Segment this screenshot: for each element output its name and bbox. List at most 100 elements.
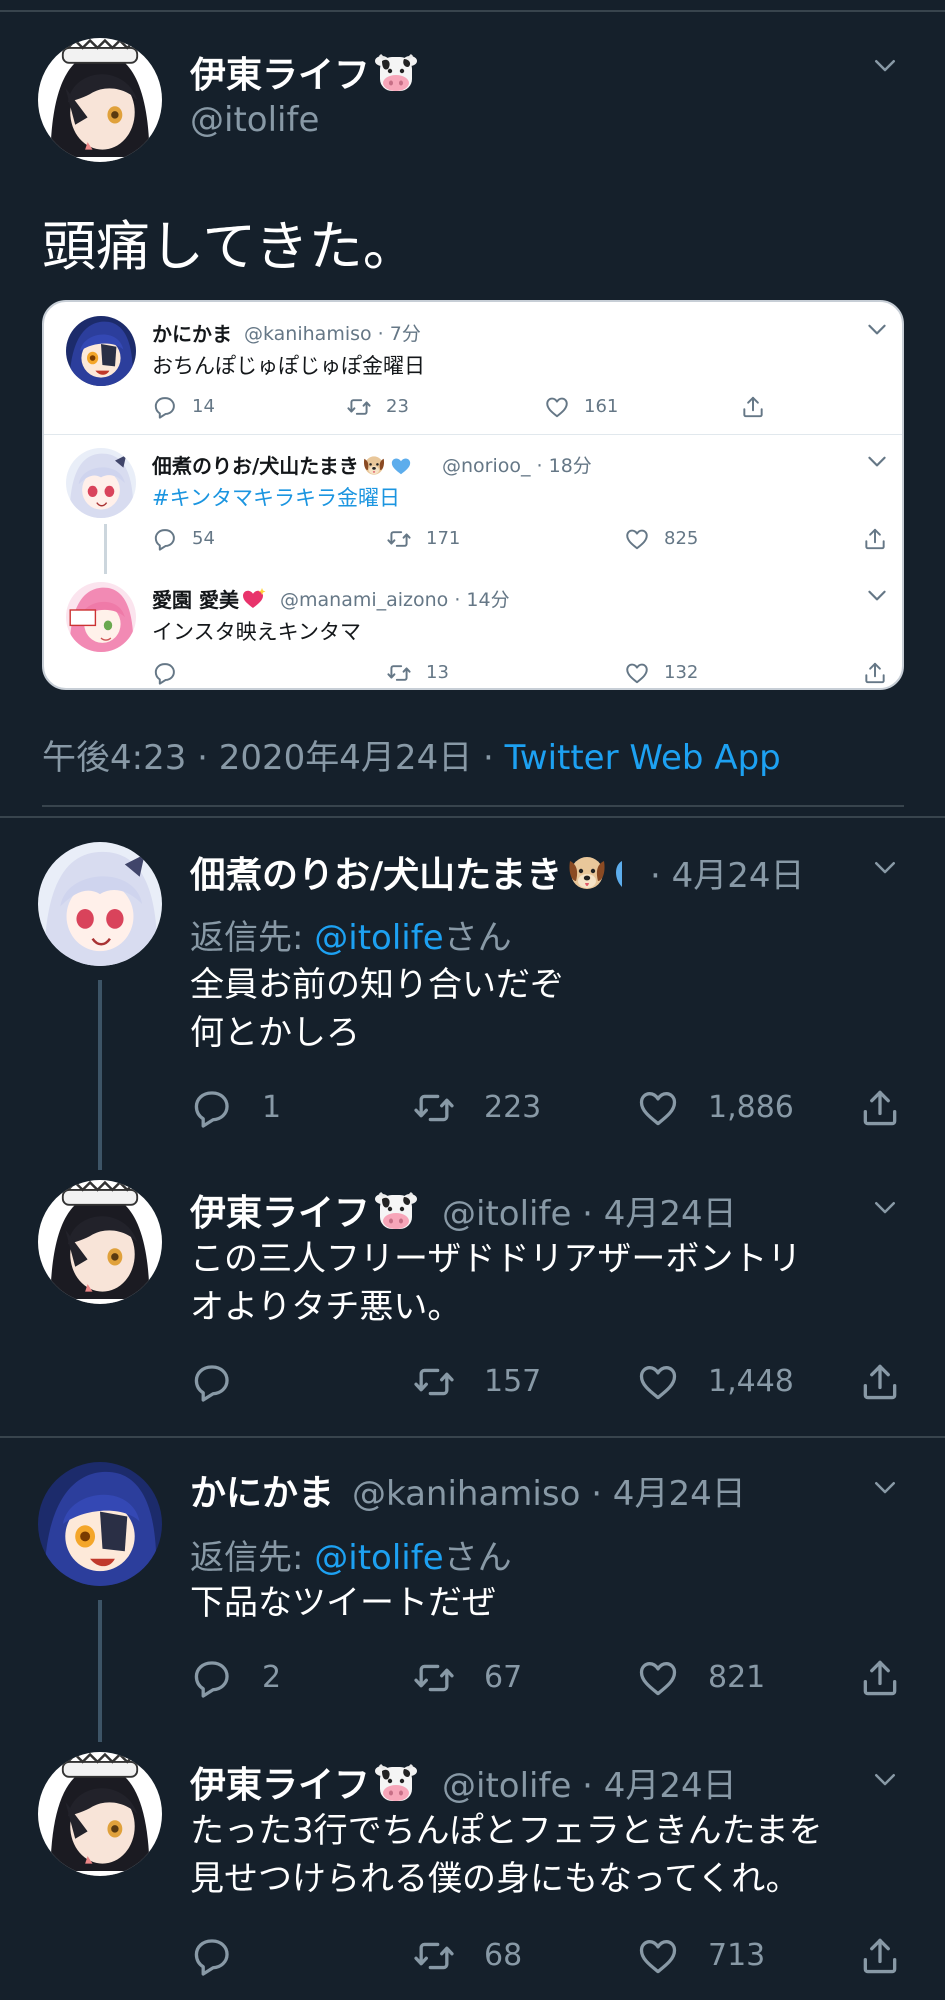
- chevron-down-icon: [864, 448, 890, 474]
- maid-avatar-icon: [38, 1180, 162, 1304]
- avatar[interactable]: [38, 38, 162, 162]
- retweet-count: 223: [484, 1090, 542, 1125]
- thread-line: [98, 1600, 102, 1742]
- retweet-icon: [386, 660, 412, 686]
- retweet-count: 157: [484, 1364, 542, 1399]
- share-icon: [862, 526, 888, 552]
- like-icon: [544, 394, 570, 420]
- reply-icon[interactable]: [190, 1656, 234, 1700]
- embedded-name: 佃煮のりお/犬山たまき: [152, 450, 413, 479]
- like-count: 825: [664, 528, 699, 549]
- share-icon[interactable]: [858, 1656, 902, 1700]
- embedded-text: インスタ映えキンタマ: [152, 620, 361, 644]
- thread-line: [104, 524, 107, 574]
- tweet-handle-time[interactable]: @itolife · 4月24日: [442, 1186, 737, 1235]
- reply-icon[interactable]: [190, 1086, 234, 1130]
- retweet-icon[interactable]: [412, 1360, 456, 1404]
- retweet-count: 68: [484, 1938, 523, 1973]
- chevron-down-icon: [864, 316, 890, 342]
- thread-line: [98, 980, 102, 1170]
- maid-avatar-icon: [38, 38, 162, 162]
- retweet-count: 67: [484, 1660, 523, 1695]
- mention-link[interactable]: @itolife: [314, 1538, 443, 1578]
- like-icon: [624, 660, 650, 686]
- author-name[interactable]: 伊東ライフ: [190, 1184, 418, 1236]
- top-divider: [0, 10, 945, 12]
- norio-avatar-icon: [38, 842, 162, 966]
- divider: [44, 434, 902, 435]
- tweet-text-line: 何とかしろ: [190, 1013, 360, 1053]
- reply-count: 2: [262, 1660, 282, 1695]
- dog-emoji-icon: [361, 453, 387, 477]
- retweet-count: 13: [426, 662, 449, 683]
- like-count: 1,886: [708, 1090, 794, 1125]
- norio-avatar-icon: [66, 448, 136, 518]
- dog-emoji-icon: [566, 851, 608, 893]
- embedded-handle: @norioo_ · 18分: [442, 455, 592, 477]
- like-icon[interactable]: [636, 1656, 680, 1700]
- source-app-link[interactable]: Twitter Web App: [505, 738, 781, 778]
- like-icon[interactable]: [636, 1086, 680, 1130]
- embedded-name: かにかま: [152, 322, 232, 346]
- tweet-text-line: たった3行でちんぽとフェラときんたまを: [190, 1811, 823, 1851]
- like-icon[interactable]: [636, 1934, 680, 1978]
- tweet-text-line: オよりタチ悪い。: [190, 1287, 462, 1327]
- tweet-handle-time[interactable]: @itolife · 4月24日: [442, 1758, 737, 1807]
- reply-icon: [152, 526, 178, 552]
- embedded-handle: @kanihamiso · 7分: [244, 323, 421, 345]
- replying-to: 返信先: @itolifeさん: [190, 1538, 512, 1578]
- blue-heart-emoji-icon: [616, 861, 623, 887]
- author-name[interactable]: 伊東ライフ: [190, 1756, 418, 1808]
- chevron-down-icon[interactable]: [870, 50, 900, 80]
- tweet-text-line: 全員お前の知り合いだぞ: [190, 965, 564, 1005]
- avatar: [66, 582, 136, 652]
- share-icon: [740, 394, 766, 420]
- tweet-handle-time[interactable]: @kanihamiso · 4月24日: [352, 1466, 746, 1515]
- reply-icon: [152, 660, 178, 686]
- tweet-text-line: この三人フリーザドドリアザーボントリ: [190, 1239, 802, 1279]
- mention-link[interactable]: @itolife: [314, 918, 443, 958]
- retweet-icon[interactable]: [412, 1086, 456, 1130]
- chevron-down-icon[interactable]: [870, 1192, 900, 1222]
- tweet-time[interactable]: · 4月24日: [650, 848, 805, 897]
- embedded-screenshot[interactable]: かにかま @kanihamiso · 7分 おちんぽじゅぽじゅぽ金曜日 14 2…: [42, 300, 904, 690]
- avatar[interactable]: [38, 1180, 162, 1304]
- retweet-icon[interactable]: [412, 1934, 456, 1978]
- retweet-icon: [346, 394, 372, 420]
- author-name[interactable]: 伊東ライフ: [190, 46, 418, 98]
- author-handle[interactable]: @itolife: [190, 100, 319, 140]
- author-name[interactable]: かにかま: [190, 1464, 334, 1516]
- tweet-text: 頭痛してきた。: [42, 215, 417, 278]
- chevron-down-icon[interactable]: [870, 1472, 900, 1502]
- retweet-icon[interactable]: [412, 1656, 456, 1700]
- like-count: 713: [708, 1938, 766, 1973]
- like-icon[interactable]: [636, 1360, 680, 1404]
- reply-count: 1: [262, 1090, 282, 1125]
- like-count: 161: [584, 396, 619, 417]
- maid-avatar-icon: [38, 1752, 162, 1876]
- embedded-name: 愛園 愛美: [152, 584, 267, 613]
- reply-icon[interactable]: [190, 1934, 234, 1978]
- chevron-down-icon[interactable]: [870, 852, 900, 882]
- retweet-count: 23: [386, 396, 409, 417]
- avatar[interactable]: [38, 1752, 162, 1876]
- chevron-down-icon: [864, 582, 890, 608]
- author-name[interactable]: 佃煮のりお/犬山たまき: [190, 846, 626, 898]
- divider: [0, 816, 945, 818]
- share-icon: [862, 660, 888, 686]
- cow-emoji-icon: [374, 51, 418, 93]
- share-icon[interactable]: [858, 1360, 902, 1404]
- replying-to: 返信先: @itolifeさん: [190, 918, 512, 958]
- sparkling-heart-emoji-icon: [242, 588, 266, 608]
- chevron-down-icon[interactable]: [870, 1764, 900, 1794]
- cow-emoji-icon: [374, 1761, 418, 1803]
- embedded-text: おちんぽじゅぽじゅぽ金曜日: [152, 354, 425, 378]
- kanikama-avatar-icon: [66, 316, 136, 386]
- avatar[interactable]: [38, 1462, 162, 1586]
- avatar[interactable]: [38, 842, 162, 966]
- timestamp: 午後4:23 · 2020年4月24日 · Twitter Web App: [42, 738, 781, 778]
- share-icon[interactable]: [858, 1934, 902, 1978]
- share-icon[interactable]: [858, 1086, 902, 1130]
- reply-icon[interactable]: [190, 1360, 234, 1404]
- embedded-handle: @manami_aizono · 14分: [280, 589, 510, 611]
